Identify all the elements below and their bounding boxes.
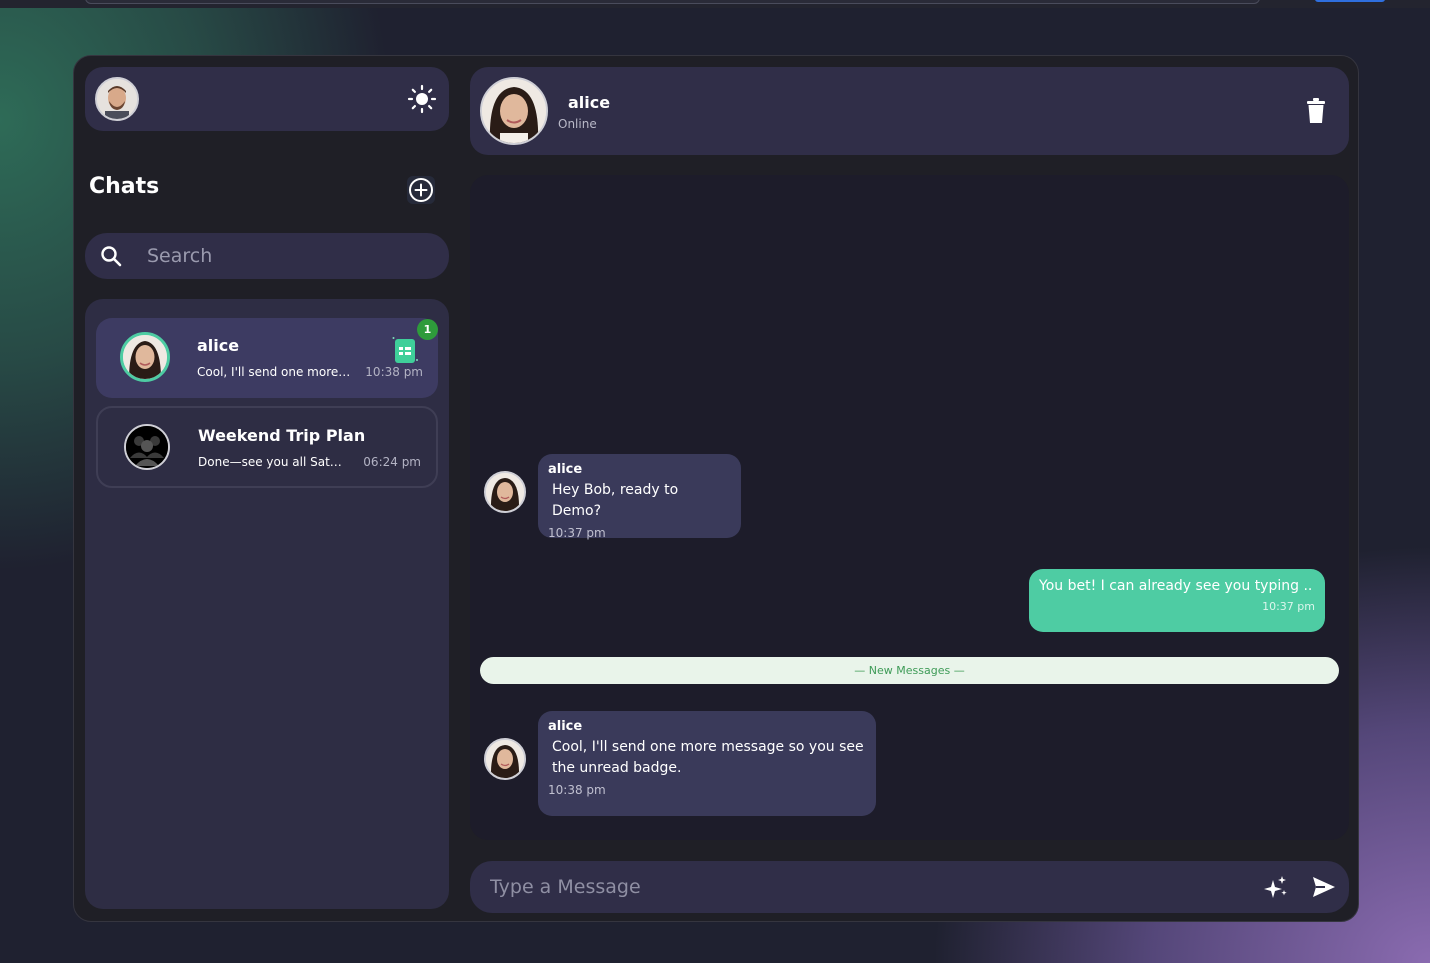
search-icon — [101, 246, 122, 267]
group-icon — [124, 424, 170, 470]
chat-time: 10:38 pm — [365, 365, 423, 379]
incoming-message: alice Hey Bob, ready to Demo? 10:37 pm — [538, 454, 741, 540]
new-chat-button[interactable] — [407, 176, 435, 204]
address-bar[interactable] — [85, 0, 1260, 4]
search-bar — [85, 233, 449, 279]
message-time: 10:37 pm — [1262, 600, 1315, 613]
sender-avatar — [484, 738, 526, 780]
message-text: You bet! I can already see you typing .. — [1039, 578, 1313, 594]
chats-heading: Chats — [89, 174, 160, 199]
ai-assist-button[interactable] — [1264, 874, 1288, 900]
chat-list: alice Cool, I'll send one more message s… — [85, 299, 449, 909]
chat-name: alice — [197, 336, 240, 355]
chat-preview: Cool, I'll send one more message so you … — [197, 365, 352, 379]
chat-time: 06:24 pm — [363, 455, 421, 469]
send-icon — [1313, 877, 1335, 897]
search-input[interactable] — [147, 241, 427, 271]
message-time: 10:38 pm — [548, 783, 606, 797]
user-avatar[interactable] — [95, 77, 139, 121]
outgoing-message: You bet! I can already see you typing ..… — [1029, 569, 1325, 632]
message-composer — [470, 861, 1349, 913]
message-area[interactable]: alice Hey Bob, ready to Demo? 10:37 pm Y… — [470, 175, 1349, 840]
contact-status: Online — [558, 117, 597, 131]
sticker-icon — [392, 337, 418, 363]
plus-circle-icon — [409, 178, 433, 202]
theme-toggle-button[interactable] — [407, 84, 437, 114]
browser-accent — [1315, 0, 1385, 2]
contact-avatar[interactable] — [480, 77, 548, 145]
chat-item-alice[interactable]: alice Cool, I'll send one more message s… — [96, 318, 438, 398]
message-text: Cool, I'll send one more message so you … — [552, 739, 864, 776]
message-time: 10:37 pm — [548, 526, 606, 540]
delete-chat-button[interactable] — [1305, 98, 1327, 124]
new-messages-divider: — New Messages — — [480, 657, 1339, 684]
chat-name: Weekend Trip Plan — [198, 426, 366, 445]
contact-name: alice — [568, 93, 611, 112]
incoming-message: alice Cool, I'll send one more message s… — [538, 711, 876, 816]
unread-badge: 1 — [417, 319, 438, 340]
sparkle-icon — [1264, 876, 1287, 898]
message-sender: alice — [548, 719, 583, 734]
sender-avatar — [484, 471, 526, 513]
browser-top-strip — [0, 0, 1430, 8]
message-text: Hey Bob, ready to Demo? — [552, 482, 679, 519]
sun-icon — [407, 84, 437, 114]
contact-avatar — [120, 332, 170, 382]
chat-preview: Done—see you all Saturday! — [198, 455, 348, 469]
chat-header: alice Online — [470, 67, 1349, 155]
message-input[interactable] — [490, 872, 1230, 902]
profile-bar — [85, 67, 449, 131]
send-button[interactable] — [1312, 876, 1336, 898]
chat-item-weekend-trip-plan[interactable]: Weekend Trip Plan Done—see you all Satur… — [96, 406, 438, 488]
chat-app: Chats alice Cool, I'll send on — [73, 55, 1359, 922]
message-sender: alice — [548, 462, 583, 477]
trash-icon — [1307, 98, 1325, 123]
